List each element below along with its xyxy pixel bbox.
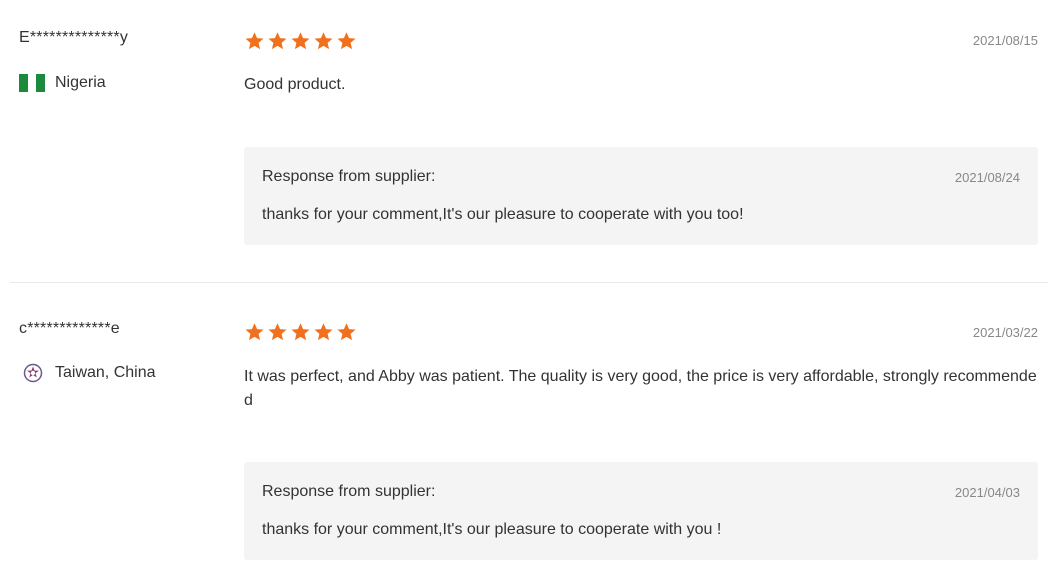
star-icon [291,32,310,50]
star-icon [337,32,356,50]
star-icon [337,323,356,341]
supplier-response: Response from supplier: 2021/08/24 thank… [244,147,1038,245]
star-icon [268,32,287,50]
reviewer-country: Nigeria [19,74,106,92]
nigeria-flag-icon [19,74,46,92]
review-date: 2021/08/15 [972,33,1038,48]
star-rating [244,31,357,51]
star-icon [268,323,287,341]
review-item: c*************e Taiwan, China 2021/03/22… [0,282,1058,572]
star-icon [245,32,264,50]
review-comment: Good product. [244,76,346,93]
reviewer-country: Taiwan, China [19,363,156,383]
star-icon [291,323,310,341]
reviewer-name: E**************y [19,29,129,46]
country-label: Nigeria [55,74,106,91]
review-date: 2021/03/22 [972,325,1038,340]
response-date: 2021/08/24 [954,170,1020,185]
response-date: 2021/04/03 [954,485,1020,500]
supplier-response: Response from supplier: 2021/04/03 thank… [244,462,1038,560]
star-icon [314,32,333,50]
review-item: E**************y Nigeria 2021/08/15 Good… [0,0,1058,283]
reviewer-name: c*************e [19,320,120,337]
star-rating [244,322,357,342]
response-title: Response from supplier: [262,483,436,500]
response-text: thanks for your comment,It's our pleasur… [262,521,722,538]
review-comment: It was perfect, and Abby was patient. Th… [244,368,1037,409]
response-text: thanks for your comment,It's our pleasur… [262,206,744,223]
response-title: Response from supplier: [262,168,436,185]
star-icon [245,323,264,341]
country-label: Taiwan, China [55,364,156,381]
star-icon [314,323,333,341]
taiwan-region-icon [23,363,43,383]
